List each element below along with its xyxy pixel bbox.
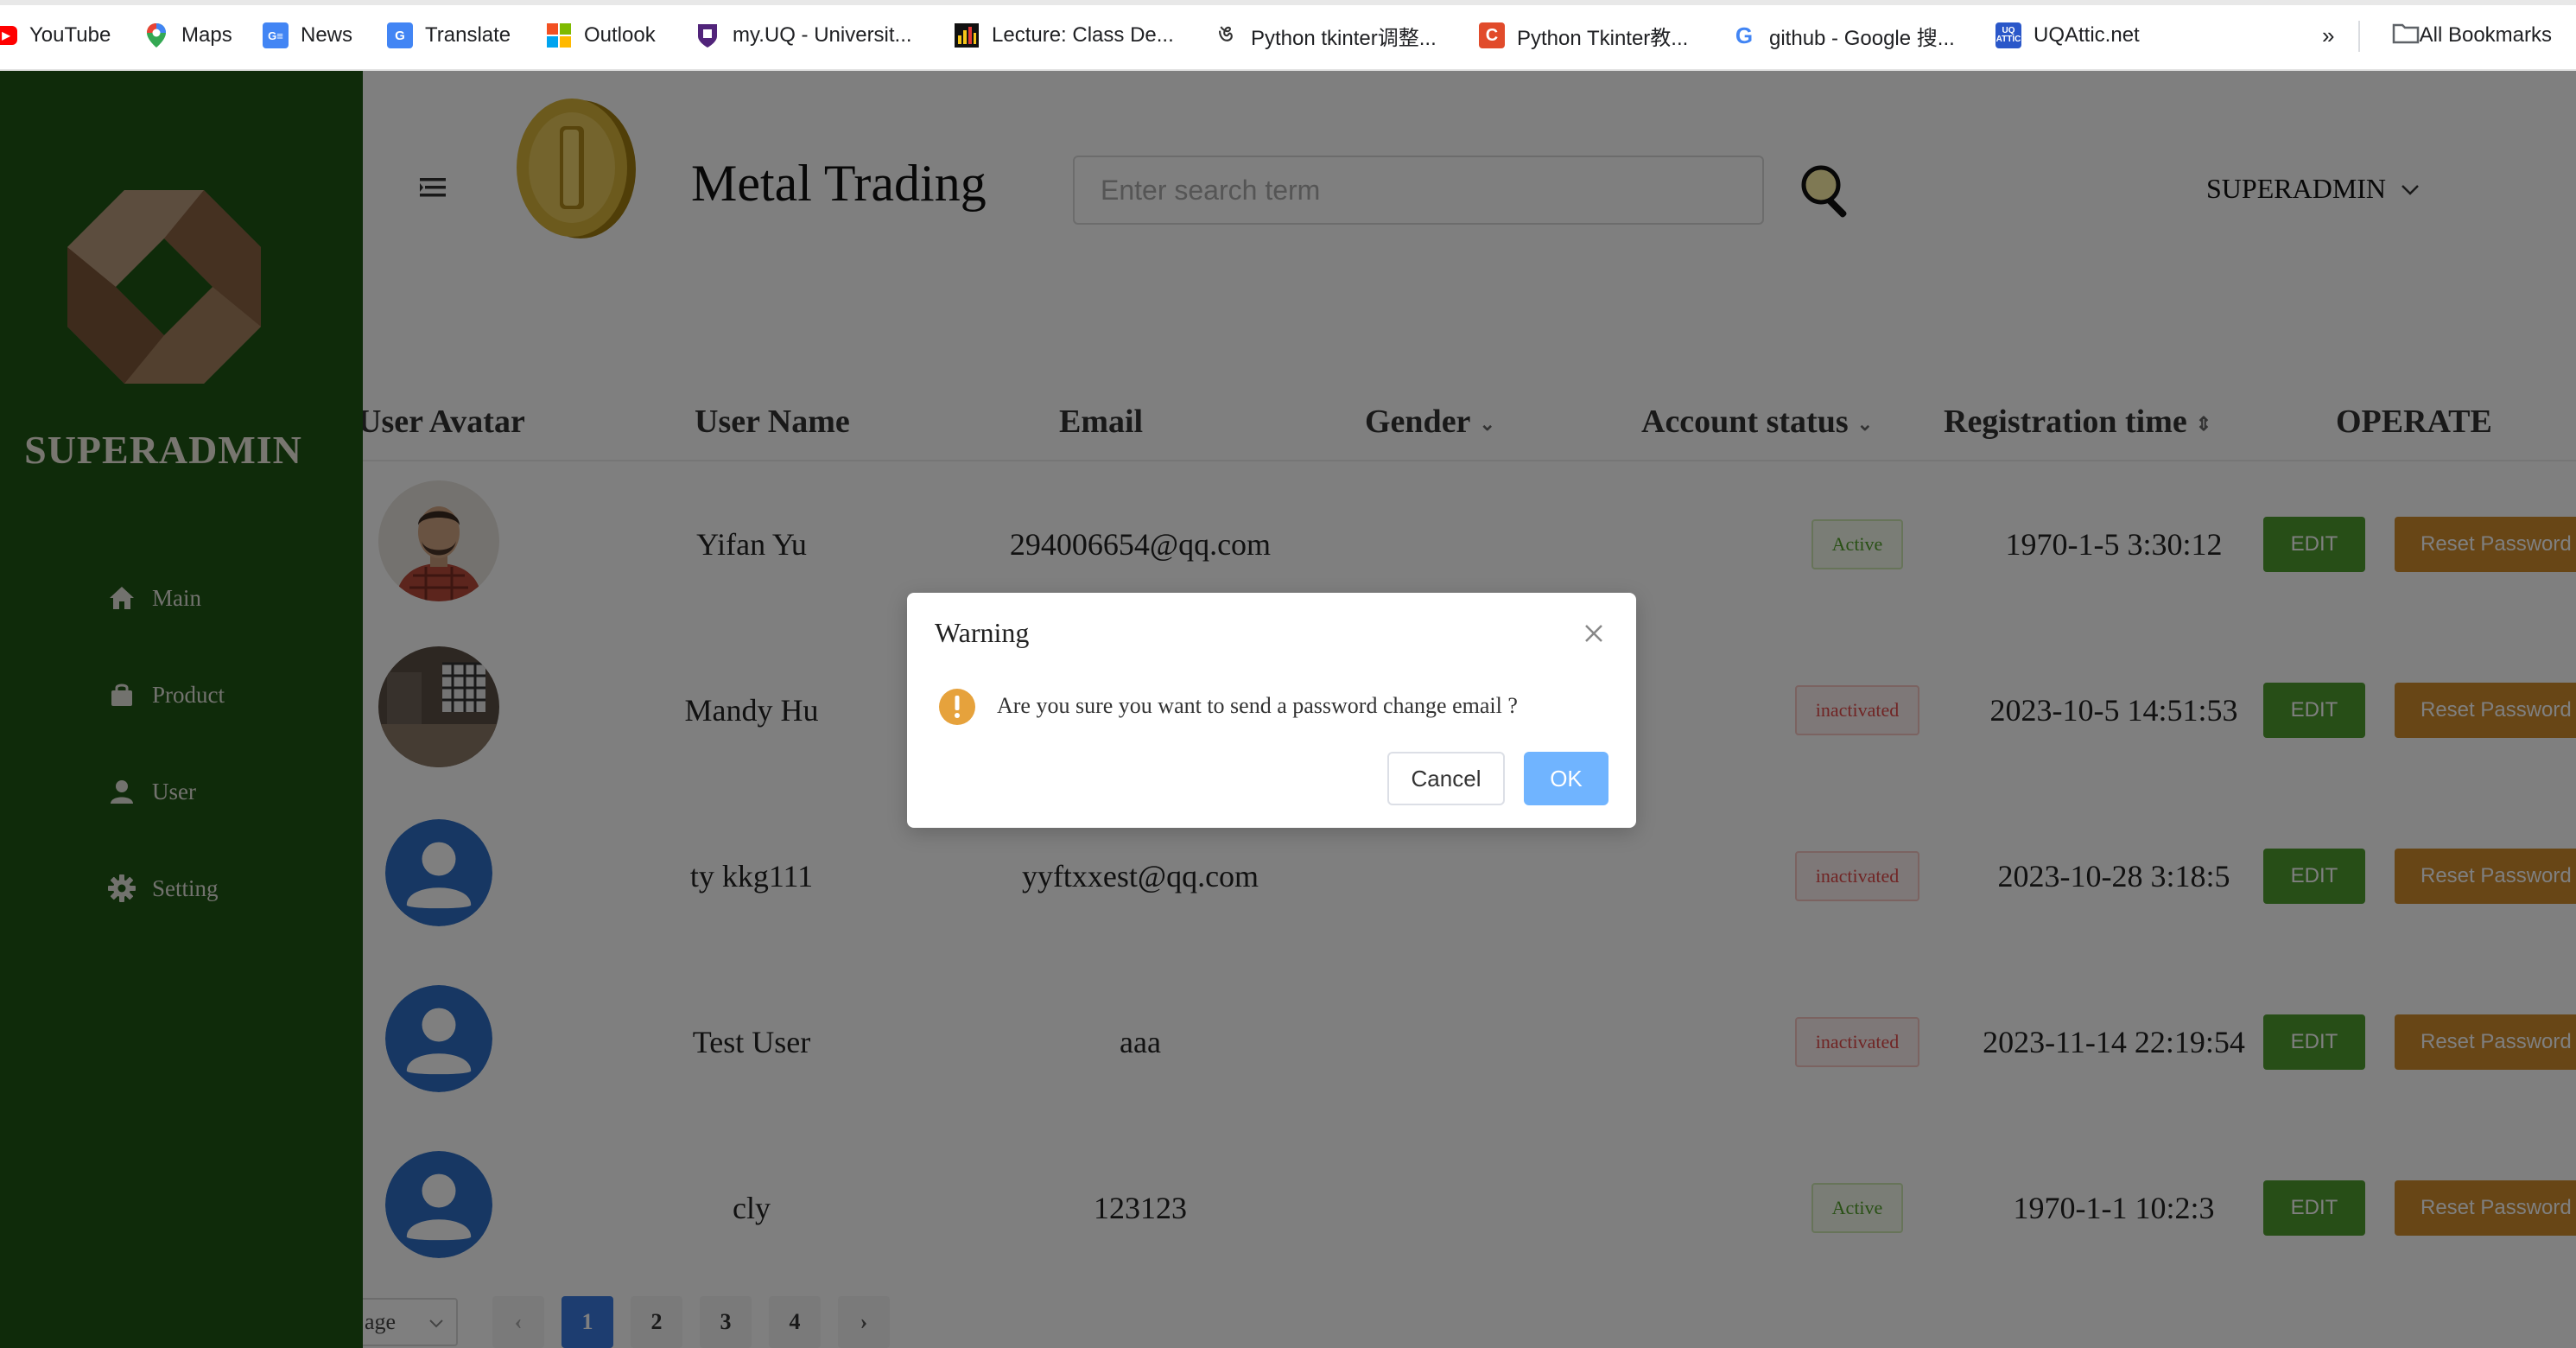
youtube-icon: ▶ [0,26,17,45]
python-icon: ঙ [1218,22,1234,46]
translate-icon: G [387,22,413,48]
bookmark-outlook[interactable]: Outlook [546,0,656,71]
dialog-message: Are you sure you want to send a password… [997,693,1518,718]
bookmark-maps[interactable]: Maps [143,0,232,71]
outlook-icon [546,22,572,48]
maps-icon [143,22,169,48]
dialog-title: Warning [935,617,1030,648]
bookmark-news[interactable]: G≡ News [263,0,352,71]
c-icon: C [1479,22,1505,48]
ok-button[interactable]: OK [1524,752,1608,805]
bookmark-youtube[interactable]: ▶ YouTube [0,0,111,71]
bookmark-python-tkinter[interactable]: ঙ Python tkinter调整... [1213,0,1437,71]
news-icon: G≡ [263,22,289,48]
cancel-button[interactable]: Cancel [1387,752,1505,805]
bookmark-translate[interactable]: G Translate [387,0,511,71]
all-bookmarks-button[interactable]: All Bookmarks [2392,0,2552,71]
lecture-icon [954,22,980,48]
bookmark-github-google[interactable]: G github - Google 搜... [1731,0,1955,71]
bookmark-myuq[interactable]: my.UQ - Universit... [695,0,912,71]
bookmarks-divider [2358,21,2360,52]
warning-dialog: Warning Are you sure you want to send a … [907,593,1636,828]
uqattic-icon: UQ ATTIC [1995,22,2021,48]
folder-icon [2392,22,2420,50]
uq-shield-icon [695,22,720,48]
close-icon[interactable] [1581,620,1607,646]
bookmarks-bar: ▶ YouTube Maps G≡ News G Translate Outlo… [0,0,2576,71]
google-icon: G [1735,22,1754,48]
bookmarks-overflow-button[interactable]: » [2322,0,2334,71]
bookmark-uqattic[interactable]: UQ ATTIC UQAttic.net [1995,0,2140,71]
bookmark-lecture[interactable]: Lecture: Class De... [954,0,1174,71]
warning-icon [939,689,975,725]
bookmark-python-tkinter-2[interactable]: C Python Tkinter教... [1479,0,1688,71]
